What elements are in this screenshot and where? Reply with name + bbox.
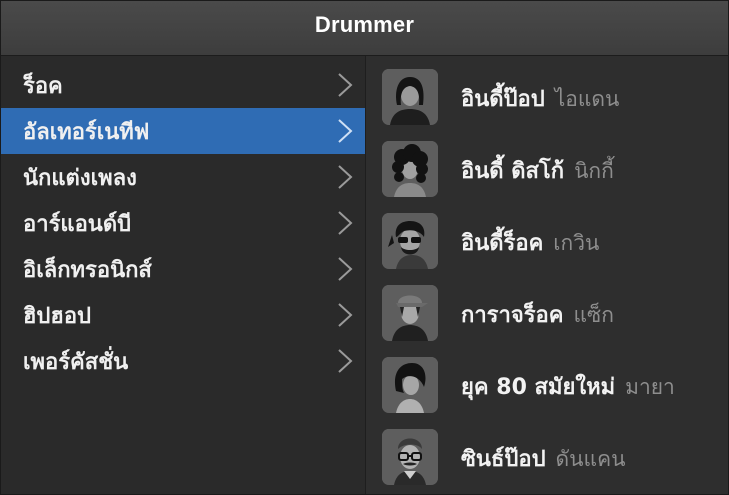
drummer-list: อินดี้ป๊อป ไอแดน อินดี้ ดิสโก้ นิกกี้ อิ… <box>366 56 728 494</box>
genre-list: ร็อค อัลเทอร์เนทีฟ นักแต่งเพลง อาร์แอนด์… <box>1 56 366 494</box>
drummer-name: ไอแดน <box>554 87 620 111</box>
drummer-avatar-bob-hair-icon <box>382 357 438 413</box>
chevron-right-icon <box>338 211 353 235</box>
genre-item-percussion[interactable]: เพอร์คัสชั่น <box>1 338 365 384</box>
genre-item-hiphop[interactable]: ฮิปฮอป <box>1 292 365 338</box>
drummer-avatar-glasses-mustache-icon <box>382 429 438 485</box>
drummer-style: ซินธ์ป๊อป <box>461 447 546 472</box>
drummer-name: ดันแคน <box>555 447 626 471</box>
drummer-style: อินดี้ป๊อป <box>461 87 545 112</box>
genre-item-rock[interactable]: ร็อค <box>1 62 365 108</box>
genre-label: อิเล็กทรอนิกส์ <box>23 257 152 283</box>
chevron-right-icon <box>338 303 353 327</box>
drummer-style: การาจร็อค <box>461 303 564 328</box>
chevron-right-icon <box>338 119 353 143</box>
genre-label: อัลเทอร์เนทีฟ <box>23 119 150 145</box>
drummer-name: แซ็ก <box>573 303 614 327</box>
chevron-right-icon <box>338 165 353 189</box>
drummer-name: มายา <box>625 375 675 399</box>
drummer-item[interactable]: การาจร็อค แซ็ก <box>366 283 728 343</box>
genre-label: ฮิปฮอป <box>23 303 91 329</box>
window-title: Drummer <box>314 12 415 37</box>
drummer-avatar-sunglasses-beard-icon <box>382 213 438 269</box>
chevron-right-icon <box>338 257 353 281</box>
drummer-avatar-cap-icon <box>382 285 438 341</box>
genre-label: เพอร์คัสชั่น <box>23 349 129 375</box>
chevron-right-icon <box>338 349 353 373</box>
drummer-name: นิกกี้ <box>574 159 614 183</box>
genre-item-alternative[interactable]: อัลเทอร์เนทีฟ <box>1 108 365 154</box>
drummer-avatar-long-hair-icon <box>382 69 438 125</box>
genre-label: นักแต่งเพลง <box>23 165 137 191</box>
drummer-name: เกวิน <box>553 231 600 255</box>
drummer-item[interactable]: ซินธ์ป๊อป ดันแคน <box>366 427 728 487</box>
drummer-style: ยุค 80 สมัยใหม่ <box>461 375 616 400</box>
genre-item-electronic[interactable]: อิเล็กทรอนิกส์ <box>1 246 365 292</box>
genre-item-songwriter[interactable]: นักแต่งเพลง <box>1 154 365 200</box>
drummer-window: Drummer ร็อค อัลเทอร์เนทีฟ นักแต่งเพลง อ… <box>0 0 729 495</box>
chevron-right-icon <box>338 73 353 97</box>
drummer-item[interactable]: อินดี้ร็อค เกวิน <box>366 211 728 271</box>
title-bar: Drummer <box>1 1 728 56</box>
genre-label: ร็อค <box>23 73 63 99</box>
drummer-style: อินดี้ร็อค <box>461 231 544 256</box>
drummer-item[interactable]: อินดี้ ดิสโก้ นิกกี้ <box>366 139 728 199</box>
drummer-item[interactable]: อินดี้ป๊อป ไอแดน <box>366 67 728 127</box>
drummer-style: อินดี้ ดิสโก้ <box>461 159 565 184</box>
drummer-avatar-curly-hair-icon <box>382 141 438 197</box>
genre-label: อาร์แอนด์บี <box>23 211 132 237</box>
drummer-item[interactable]: ยุค 80 สมัยใหม่ มายา <box>366 355 728 415</box>
genre-item-rnb[interactable]: อาร์แอนด์บี <box>1 200 365 246</box>
